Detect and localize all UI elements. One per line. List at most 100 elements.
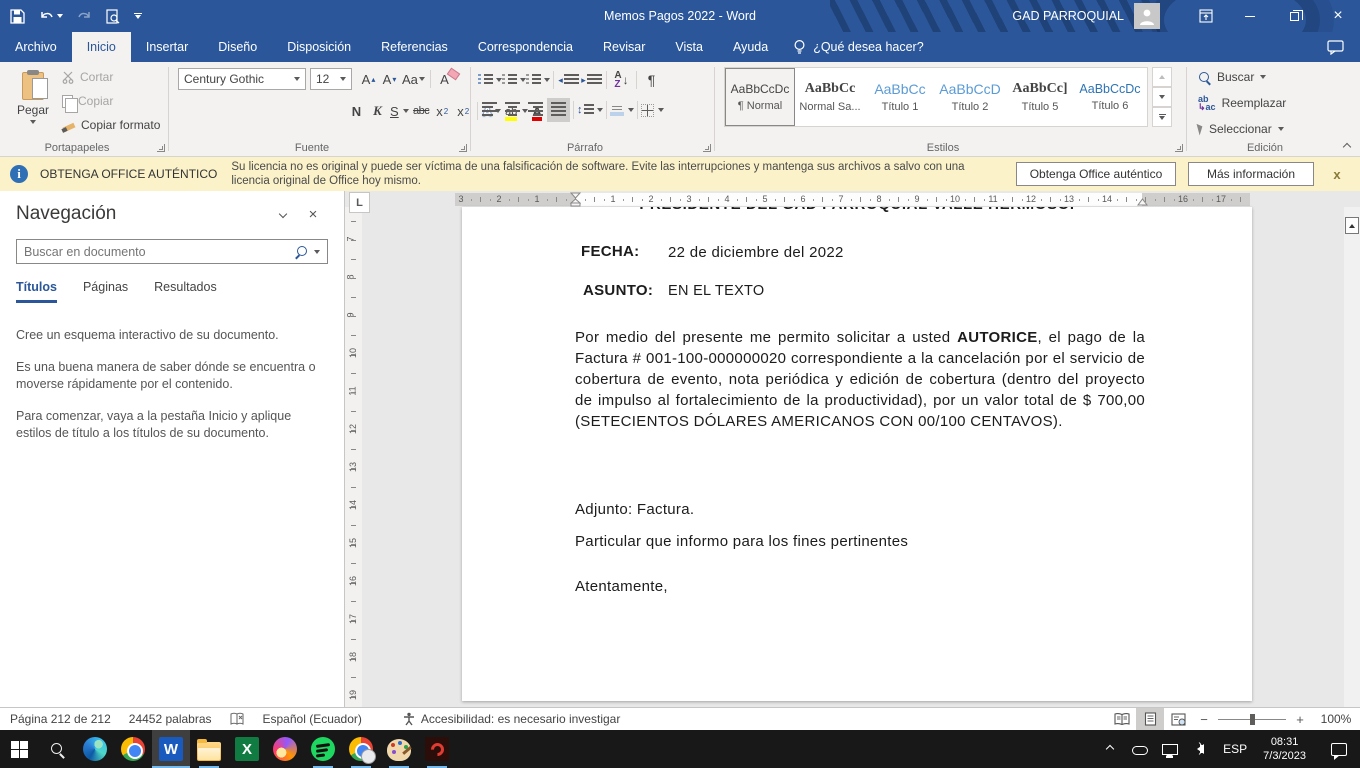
taskbar-chrome-button[interactable] (114, 730, 152, 768)
taskbar-file-explorer-button[interactable] (190, 730, 228, 768)
font-name-value[interactable]: Century Gothic (184, 72, 264, 86)
tab-inicio[interactable]: Inicio (72, 32, 131, 62)
format-painter-button[interactable]: Copiar formato (62, 118, 160, 132)
format-painter-label[interactable]: Copiar formato (81, 118, 160, 132)
indent-markers-icon[interactable] (570, 192, 581, 207)
web-layout-icon[interactable] (1164, 708, 1192, 730)
multilevel-list-button[interactable] (526, 68, 550, 92)
paste-label[interactable]: Pegar (17, 103, 49, 117)
style-t-tulo-6[interactable]: AaBbCcDcTítulo 6 (1075, 68, 1145, 126)
grow-font-button[interactable]: A (358, 68, 379, 90)
style-t-tulo-5[interactable]: AaBbCc]Título 5 (1005, 68, 1075, 126)
taskbar-edge-button[interactable] (76, 730, 114, 768)
shading-button[interactable] (610, 98, 634, 122)
bullets-button[interactable] (478, 68, 502, 92)
read-mode-icon[interactable] (1108, 708, 1136, 730)
align-right-button[interactable] (524, 98, 547, 122)
print-layout-icon[interactable] (1136, 708, 1164, 730)
tab-referencias[interactable]: Referencias (366, 32, 463, 62)
accessibility-status[interactable]: Accesibilidad: es necesario investigar (402, 712, 620, 726)
nav-tab-ttulos[interactable]: Títulos (16, 280, 57, 303)
taskbar-chrome-profile-button[interactable] (342, 730, 380, 768)
bold-button[interactable]: N (346, 100, 367, 122)
align-left-button[interactable] (478, 98, 501, 122)
clipboard-dialog-launcher-icon[interactable] (157, 144, 165, 152)
more-info-button[interactable]: Más información (1188, 162, 1314, 186)
font-size-value[interactable]: 12 (316, 72, 329, 86)
language-switcher[interactable]: ESP (1219, 742, 1251, 756)
decrease-indent-button[interactable]: ◂ (557, 68, 580, 92)
numbering-button[interactable] (502, 68, 526, 92)
account-name[interactable]: GAD PARROQUIAL (1012, 9, 1124, 23)
replace-label[interactable]: Reemplazar (1222, 96, 1287, 110)
zoom-level[interactable]: 100% (1312, 712, 1360, 726)
action-center-icon[interactable] (1328, 735, 1350, 763)
styles-scroll-down-icon[interactable] (1152, 87, 1172, 107)
onedrive-icon[interactable] (1129, 735, 1151, 763)
change-case-button[interactable]: Aa (400, 68, 427, 90)
show-paragraph-marks-button[interactable]: ¶ (640, 68, 663, 92)
styles-dialog-launcher-icon[interactable] (1175, 144, 1183, 152)
clear-formatting-button[interactable]: A (434, 68, 455, 90)
paste-button[interactable]: Pegar (8, 66, 58, 146)
vertical-ruler[interactable]: 78910111213141516171819 (345, 207, 362, 707)
minimize-button[interactable] (1228, 0, 1272, 32)
styles-more-icon[interactable] (1152, 107, 1172, 127)
search-dropdown-icon[interactable] (314, 250, 320, 254)
tab-selector[interactable]: L (349, 192, 370, 213)
underline-button[interactable]: S (388, 100, 411, 122)
avatar[interactable] (1134, 3, 1160, 29)
network-icon[interactable] (1159, 735, 1181, 763)
navigation-chevron-down-icon[interactable] (268, 211, 298, 217)
horizontal-ruler[interactable]: 32112345678910111213141617 (455, 193, 1250, 206)
vertical-scrollbar[interactable] (1344, 207, 1360, 707)
tab-disposición[interactable]: Disposición (272, 32, 366, 62)
taskbar-paint-button[interactable] (380, 730, 418, 768)
document-page[interactable]: PRESIDENTE DEL GAD PARROQUIAL VALLE HERM… (462, 207, 1252, 701)
tab-correspondencia[interactable]: Correspondencia (463, 32, 588, 62)
justify-button[interactable] (547, 98, 570, 122)
tab-archivo[interactable]: Archivo (0, 32, 72, 62)
zoom-slider[interactable] (1218, 719, 1286, 720)
nav-tab-resultados[interactable]: Resultados (154, 280, 217, 303)
tray-chevron-up-icon[interactable] (1099, 735, 1121, 763)
start-button[interactable] (0, 730, 38, 768)
font-name-combo[interactable]: Century Gothic (178, 68, 306, 90)
find-button[interactable]: Buscar (1198, 66, 1286, 88)
align-center-button[interactable] (501, 98, 524, 122)
banner-close-icon[interactable]: x (1322, 167, 1352, 182)
clock[interactable]: 08:31 7/3/2023 (1259, 735, 1310, 764)
right-indent-marker-icon[interactable] (1137, 198, 1148, 206)
style-t-tulo-2[interactable]: AaBbCcDTítulo 2 (935, 68, 1005, 126)
search-icon[interactable] (295, 245, 308, 258)
taskbar-word-button[interactable]: W (152, 730, 190, 768)
page-indicator[interactable]: Página 212 de 212 (10, 712, 111, 726)
shrink-font-button[interactable]: A (379, 68, 400, 90)
style-normal-sa-[interactable]: AaBbCcNormal Sa... (795, 68, 865, 126)
borders-button[interactable] (641, 98, 664, 122)
select-label[interactable]: Seleccionar (1209, 122, 1272, 136)
get-genuine-office-button[interactable]: Obtenga Office auténtico (1016, 162, 1176, 186)
tell-me[interactable]: ¿Qué desea hacer? (783, 32, 934, 62)
ribbon-display-options-icon[interactable] (1184, 0, 1228, 32)
zoom-out-icon[interactable]: − (1192, 712, 1216, 727)
styles-scroll-up-icon[interactable] (1152, 67, 1172, 87)
paste-dropdown-icon[interactable] (30, 120, 36, 124)
strikethrough-button[interactable]: abc (411, 100, 432, 122)
style--normal[interactable]: AaBbCcDc¶ Normal (725, 68, 795, 126)
paragraph-dialog-launcher-icon[interactable] (703, 144, 711, 152)
tab-revisar[interactable]: Revisar (588, 32, 660, 62)
tab-ayuda[interactable]: Ayuda (718, 32, 783, 62)
line-spacing-button[interactable]: ↕ (577, 98, 603, 122)
taskbar-excel-button[interactable]: X (228, 730, 266, 768)
italic-button[interactable]: K (367, 100, 388, 122)
word-count[interactable]: 24452 palabras (129, 712, 212, 726)
replace-button[interactable]: ab↳ac Reemplazar (1198, 92, 1286, 114)
taskbar-acrobat-button[interactable] (418, 730, 456, 768)
tab-insertar[interactable]: Insertar (131, 32, 203, 62)
tab-vista[interactable]: Vista (660, 32, 718, 62)
proofing-icon[interactable] (230, 712, 245, 726)
font-dialog-launcher-icon[interactable] (459, 144, 467, 152)
find-label[interactable]: Buscar (1217, 70, 1254, 84)
close-button[interactable]: × (1316, 0, 1360, 32)
